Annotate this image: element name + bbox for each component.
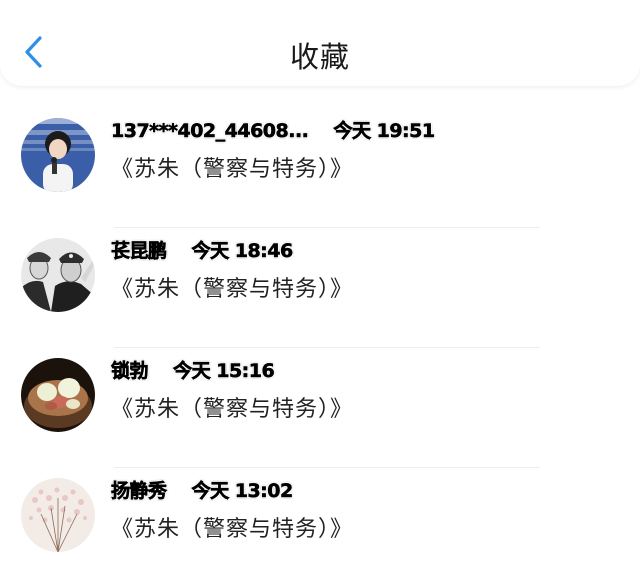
avatar-flowers-icon	[21, 478, 95, 552]
timestamp: 今天 19:51	[333, 120, 435, 143]
list-item[interactable]: 苌昆鹏 今天 18:46 《苏朱（警察与特务）》	[0, 228, 640, 348]
page-title: 收藏	[289, 40, 350, 74]
avatar-food-bowl-icon	[21, 358, 95, 432]
timestamp: 今天 13:02	[191, 480, 293, 503]
avatar[interactable]	[21, 238, 95, 312]
top-bar: 收藏	[0, 0, 640, 86]
item-meta: 苌昆鹏 今天 18:46	[111, 236, 294, 264]
favorites-list: 137***402_44608... 今天 19:51 《苏朱（警察与特务）》	[0, 86, 640, 564]
timestamp: 今天 15:16	[173, 360, 275, 383]
favorite-title: 《苏朱（警察与特务）》	[111, 517, 354, 542]
avatar-singer-photo-icon	[21, 118, 95, 192]
user-name: 137***402_44608...	[111, 120, 309, 143]
user-name: 锁勃	[111, 360, 149, 383]
avatar[interactable]	[21, 478, 95, 552]
user-name: 扬静秀	[111, 480, 168, 503]
favorite-title: 《苏朱（警察与特务）》	[111, 157, 354, 182]
item-meta: 137***402_44608... 今天 19:51	[111, 116, 436, 144]
user-name: 苌昆鹏	[111, 240, 168, 263]
list-item[interactable]: 锁勃 今天 15:16 《苏朱（警察与特务）》	[0, 348, 640, 468]
list-item[interactable]: 137***402_44608... 今天 19:51 《苏朱（警察与特务）》	[0, 108, 640, 228]
avatar[interactable]	[21, 118, 95, 192]
item-meta: 锁勃 今天 15:16	[111, 356, 275, 384]
favorite-title: 《苏朱（警察与特务）》	[111, 277, 354, 302]
favorites-page: 收藏 137***402_44608... 今天 19:51 《苏朱（警察与特务…	[0, 0, 640, 564]
avatar-police-saluting-icon	[21, 238, 95, 312]
avatar[interactable]	[21, 358, 95, 432]
list-item[interactable]: 扬静秀 今天 13:02 《苏朱（警察与特务）》	[0, 468, 640, 564]
favorite-title: 《苏朱（警察与特务）》	[111, 397, 354, 422]
timestamp: 今天 18:46	[191, 240, 293, 263]
item-meta: 扬静秀 今天 13:02	[111, 476, 294, 504]
